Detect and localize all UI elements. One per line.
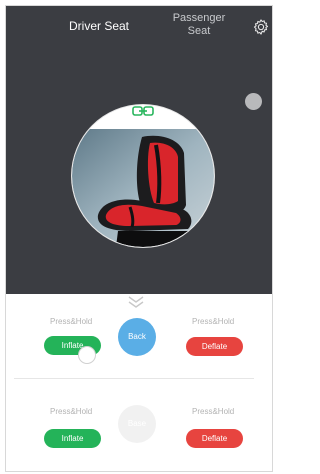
deflate-back-button[interactable]: Deflate <box>186 337 243 356</box>
tab-passenger-line2: Seat <box>187 25 211 37</box>
inflate-base-button[interactable]: Inflate <box>44 429 101 448</box>
inflate-hint-back: Press&Hold <box>50 317 93 326</box>
touch-indicator-ring <box>78 346 96 364</box>
double-chevron-down-icon[interactable] <box>127 295 145 309</box>
deflate-hint-base: Press&Hold <box>192 407 235 416</box>
seat-image <box>72 105 214 247</box>
row-divider <box>14 378 254 379</box>
deflate-base-button[interactable]: Deflate <box>186 429 243 448</box>
tab-driver-seat[interactable]: Driver Seat <box>69 19 149 33</box>
app-frame: Driver Seat Passenger Seat <box>5 5 273 472</box>
tab-passenger-line1: Passenger <box>172 12 226 24</box>
link-icon <box>132 106 154 116</box>
tab-passenger-seat[interactable]: Passenger Seat <box>162 12 236 38</box>
toggle-dot[interactable] <box>245 93 262 110</box>
inflate-hint-base: Press&Hold <box>50 407 93 416</box>
back-zone-indicator[interactable]: Back <box>118 318 156 356</box>
base-zone-indicator[interactable]: Base <box>118 405 156 443</box>
deflate-hint-back: Press&Hold <box>192 317 235 326</box>
gear-icon[interactable] <box>252 18 270 36</box>
seat-panel: Driver Seat Passenger Seat <box>6 6 272 294</box>
